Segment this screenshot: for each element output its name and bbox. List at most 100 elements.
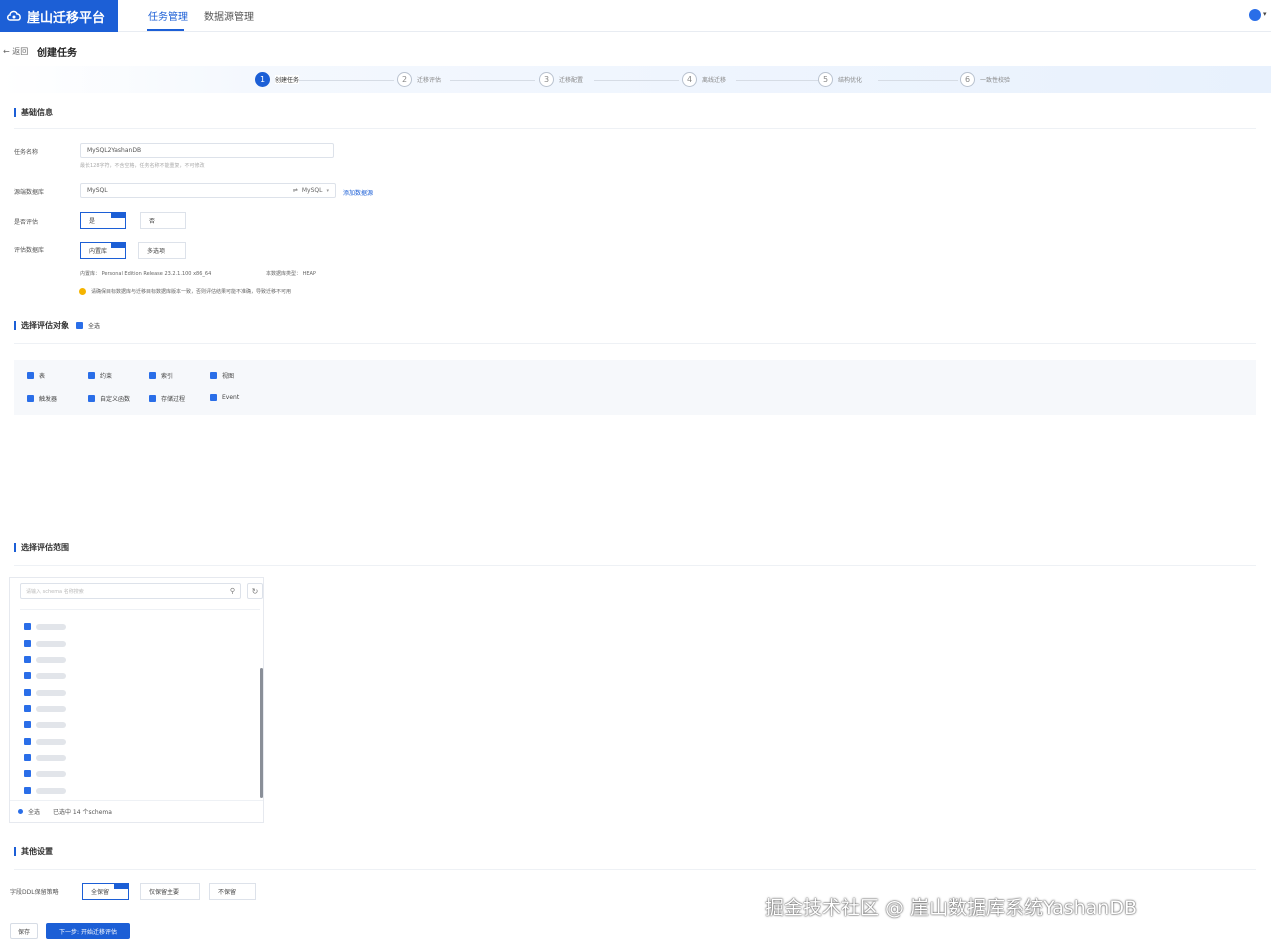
- app-brand: 崖山迁移平台: [27, 10, 106, 26]
- step-connector: [594, 80, 679, 81]
- object-function-checkbox[interactable]: 自定义函数: [88, 394, 130, 403]
- section-title-objects: 选择评估对象: [14, 321, 69, 330]
- objects-select-all[interactable]: 全选: [76, 321, 100, 330]
- ddl-all-option[interactable]: 全保留: [82, 883, 129, 900]
- eval-no-option[interactable]: 否: [140, 212, 186, 229]
- ddl-none-option[interactable]: 不保留: [209, 883, 256, 900]
- checkbox-checked-icon: [210, 394, 217, 401]
- checkbox-checked-icon: [149, 395, 156, 402]
- source-db-label: 源端数据库: [14, 189, 45, 196]
- cloud-icon: [7, 10, 21, 21]
- object-index-checkbox[interactable]: 索引: [149, 371, 173, 380]
- step-2[interactable]: 2 迁移评估: [397, 72, 441, 87]
- object-view-checkbox[interactable]: 视图: [210, 371, 234, 380]
- step-number: 3: [539, 72, 554, 87]
- checkbox-checked-icon: [24, 738, 31, 745]
- object-label: 自定义函数: [100, 396, 131, 403]
- source-db-select[interactable]: MySQL ⇌ MySQL ▾: [80, 183, 336, 198]
- object-table-checkbox[interactable]: 表: [27, 371, 45, 380]
- step-progress-bar: 1 创建任务 2 迁移评估 3 迁移配置 4 离线迁移 5 结构优化 6 一致性…: [0, 66, 1271, 93]
- schema-row[interactable]: [24, 689, 66, 696]
- schema-name-redacted: [36, 705, 66, 712]
- page-title: 创建任务: [37, 48, 77, 59]
- selected-badge-icon: [111, 212, 126, 218]
- eval-yes-text: 是: [89, 218, 96, 225]
- object-trigger-checkbox[interactable]: 触发器: [27, 394, 57, 403]
- back-link[interactable]: ← 返回: [3, 46, 28, 57]
- add-datasource-link[interactable]: 添加数据源: [343, 188, 373, 197]
- ddl-partial-option[interactable]: 仅保留主要: [140, 883, 200, 900]
- app-logo[interactable]: 崖山迁移平台: [0, 0, 118, 32]
- task-name-value: MySQL2YashanDB: [87, 147, 142, 154]
- nav-datasource-management[interactable]: 数据源管理: [204, 8, 254, 23]
- schema-select-all[interactable]: 全选: [28, 807, 40, 816]
- schema-row[interactable]: [24, 754, 66, 761]
- step-6[interactable]: 6 一致性校验: [960, 72, 1010, 87]
- ddl-partial-text: 仅保留主要: [149, 889, 180, 896]
- schema-name-redacted: [36, 656, 66, 663]
- mode-info: 本数据库类型： HEAP: [266, 271, 316, 277]
- schema-row[interactable]: [24, 721, 66, 728]
- schema-search-input[interactable]: 请输入 schema 名称搜索 ⚲: [20, 583, 241, 599]
- target-other-option[interactable]: 多选项: [138, 242, 186, 259]
- checkbox-checked-icon: [210, 372, 217, 379]
- ddl-policy-label: 字段DDL保留策略: [10, 889, 59, 896]
- eval-yes-option[interactable]: 是: [80, 212, 126, 229]
- checkbox-checked-icon: [24, 656, 31, 663]
- target-db-label: 评估数据库: [14, 247, 45, 254]
- step-1[interactable]: 1 创建任务: [255, 72, 300, 87]
- chevron-down-icon[interactable]: ▾: [1263, 10, 1267, 18]
- schema-row[interactable]: [24, 738, 66, 745]
- step-label: 迁移配置: [559, 77, 584, 84]
- schema-row[interactable]: [24, 705, 66, 712]
- eval-no-text: 否: [149, 218, 156, 225]
- schema-name-redacted: [36, 623, 66, 630]
- schema-row[interactable]: [24, 640, 66, 647]
- checkbox-checked-icon: [88, 395, 95, 402]
- object-constraint-checkbox[interactable]: 约束: [88, 371, 112, 380]
- refresh-button[interactable]: ↻: [247, 583, 263, 599]
- schema-row[interactable]: [24, 656, 66, 663]
- schema-name-redacted: [36, 721, 66, 728]
- checkbox-checked-icon: [88, 372, 95, 379]
- object-procedure-checkbox[interactable]: 存储过程: [149, 394, 185, 403]
- search-icon[interactable]: ⚲: [230, 587, 235, 595]
- schema-row[interactable]: [24, 770, 66, 777]
- save-button[interactable]: 保存: [10, 923, 38, 939]
- target-builtin-option[interactable]: 内置库: [80, 242, 126, 259]
- schema-name-redacted: [36, 754, 66, 761]
- step-4[interactable]: 4 离线迁移: [682, 72, 726, 87]
- step-number: 4: [682, 72, 697, 87]
- target-builtin-text: 内置库: [89, 248, 108, 255]
- user-avatar[interactable]: [1249, 9, 1261, 21]
- top-bar: 崖山迁移平台 任务管理 数据源管理 ▾: [0, 0, 1271, 32]
- object-label: Event: [222, 394, 240, 401]
- schema-row[interactable]: [24, 672, 66, 679]
- version-info: 内置库： Personal Edition Release 23.2.1.100…: [80, 271, 212, 277]
- task-name-input[interactable]: MySQL2YashanDB: [80, 143, 334, 158]
- selected-badge-icon: [114, 883, 129, 889]
- schema-row[interactable]: [24, 623, 66, 630]
- radio-selected-icon[interactable]: [18, 809, 23, 814]
- checkbox-checked-icon: [149, 372, 156, 379]
- source-db-value: MySQL: [87, 187, 108, 194]
- checkbox-checked-icon: [24, 721, 31, 728]
- schema-footer: 全选 已选中 14 个schema: [18, 807, 112, 816]
- divider: [10, 800, 263, 801]
- step-number: 1: [255, 72, 270, 87]
- step-connector: [450, 80, 535, 81]
- step-number: 2: [397, 72, 412, 87]
- ddl-all-text: 全保留: [91, 889, 110, 896]
- object-label: 触发器: [39, 396, 58, 403]
- chevron-down-icon: ▾: [326, 187, 329, 194]
- step-3[interactable]: 3 迁移配置: [539, 72, 583, 87]
- schema-name-redacted: [36, 689, 66, 696]
- step-5[interactable]: 5 结构优化: [818, 72, 862, 87]
- schema-row[interactable]: [24, 787, 66, 794]
- objects-panel: [14, 360, 1256, 415]
- object-event-checkbox[interactable]: Event: [210, 394, 239, 401]
- divider: [14, 128, 1256, 129]
- next-step-button[interactable]: 下一步: 开始迁移评估: [46, 923, 130, 939]
- nav-task-management[interactable]: 任务管理: [148, 8, 188, 23]
- scrollbar[interactable]: [260, 668, 263, 798]
